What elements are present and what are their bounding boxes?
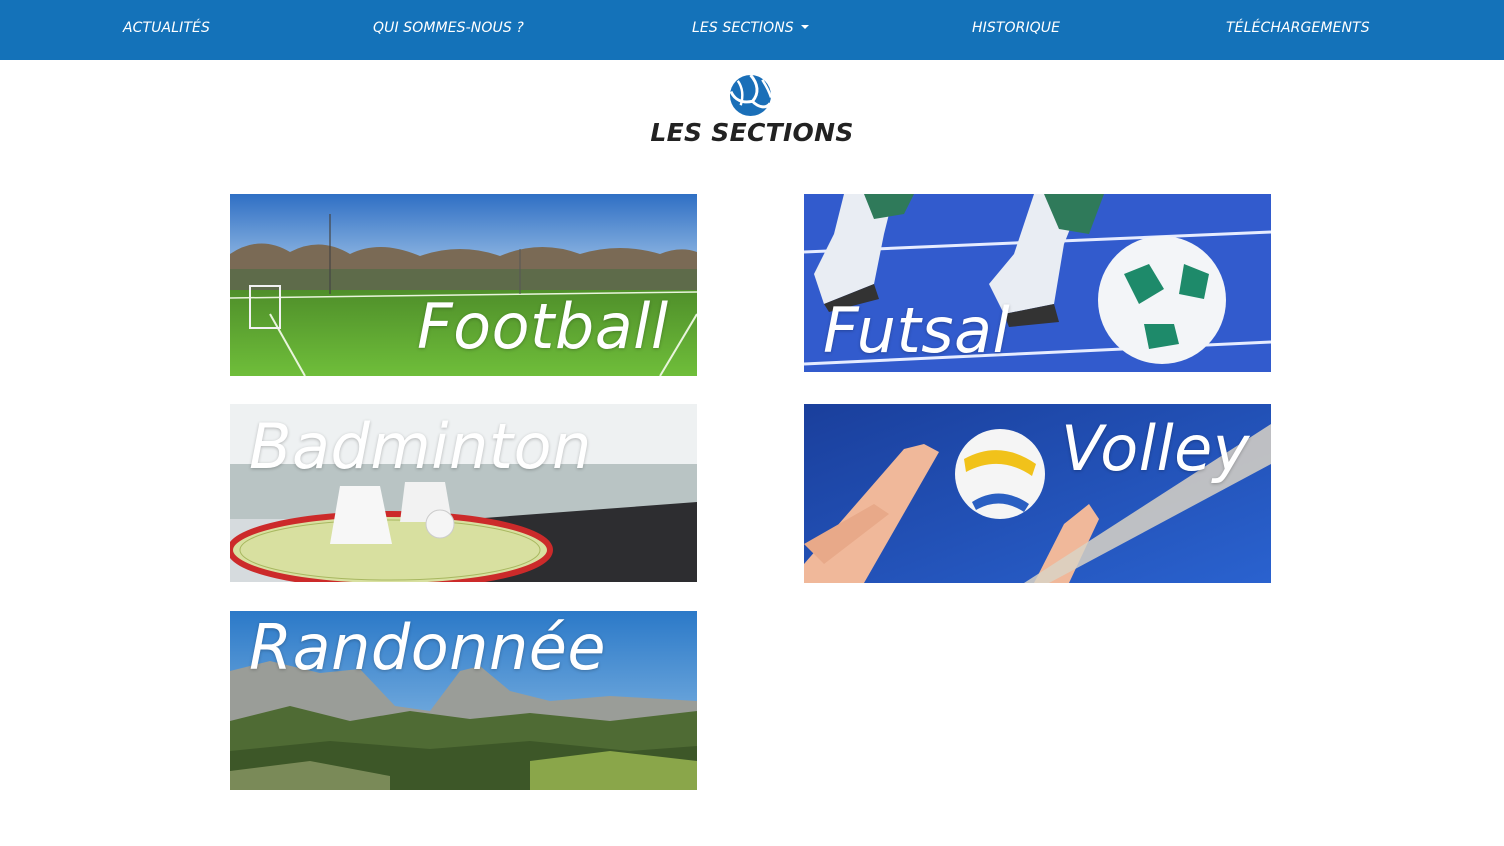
- section-card-randonnee[interactable]: Randonnée: [230, 611, 697, 790]
- section-card-futsal[interactable]: Futsal: [804, 194, 1271, 372]
- top-navbar: ACTUALITÉS QUI SOMMES-NOUS ? LES SECTION…: [0, 0, 1504, 60]
- section-label: Futsal: [823, 294, 1011, 367]
- caret-down-icon: [800, 25, 809, 29]
- section-label: Football: [417, 290, 669, 363]
- nav-link-historique[interactable]: HISTORIQUE: [972, 0, 1060, 60]
- page-title: LES SECTIONS: [650, 118, 854, 147]
- section-label: Badminton: [249, 410, 592, 483]
- section-label: Randonnée: [249, 611, 607, 684]
- nav-dropdown-les-sections[interactable]: LES SECTIONS: [692, 0, 809, 60]
- volleyball-icon: [729, 74, 772, 117]
- nav-link-telechargements[interactable]: TÉLÉCHARGEMENTS: [1226, 0, 1370, 60]
- section-card-football[interactable]: Football: [230, 194, 697, 376]
- section-card-volley[interactable]: Volley: [804, 404, 1271, 583]
- section-label: Volley: [1061, 412, 1250, 485]
- nav-link-actualites[interactable]: ACTUALITÉS: [123, 0, 210, 60]
- section-card-badminton[interactable]: Badminton: [230, 404, 697, 582]
- nav-link-qui-sommes-nous[interactable]: QUI SOMMES-NOUS ?: [373, 0, 524, 60]
- nav-dropdown-label: LES SECTIONS: [692, 20, 794, 36]
